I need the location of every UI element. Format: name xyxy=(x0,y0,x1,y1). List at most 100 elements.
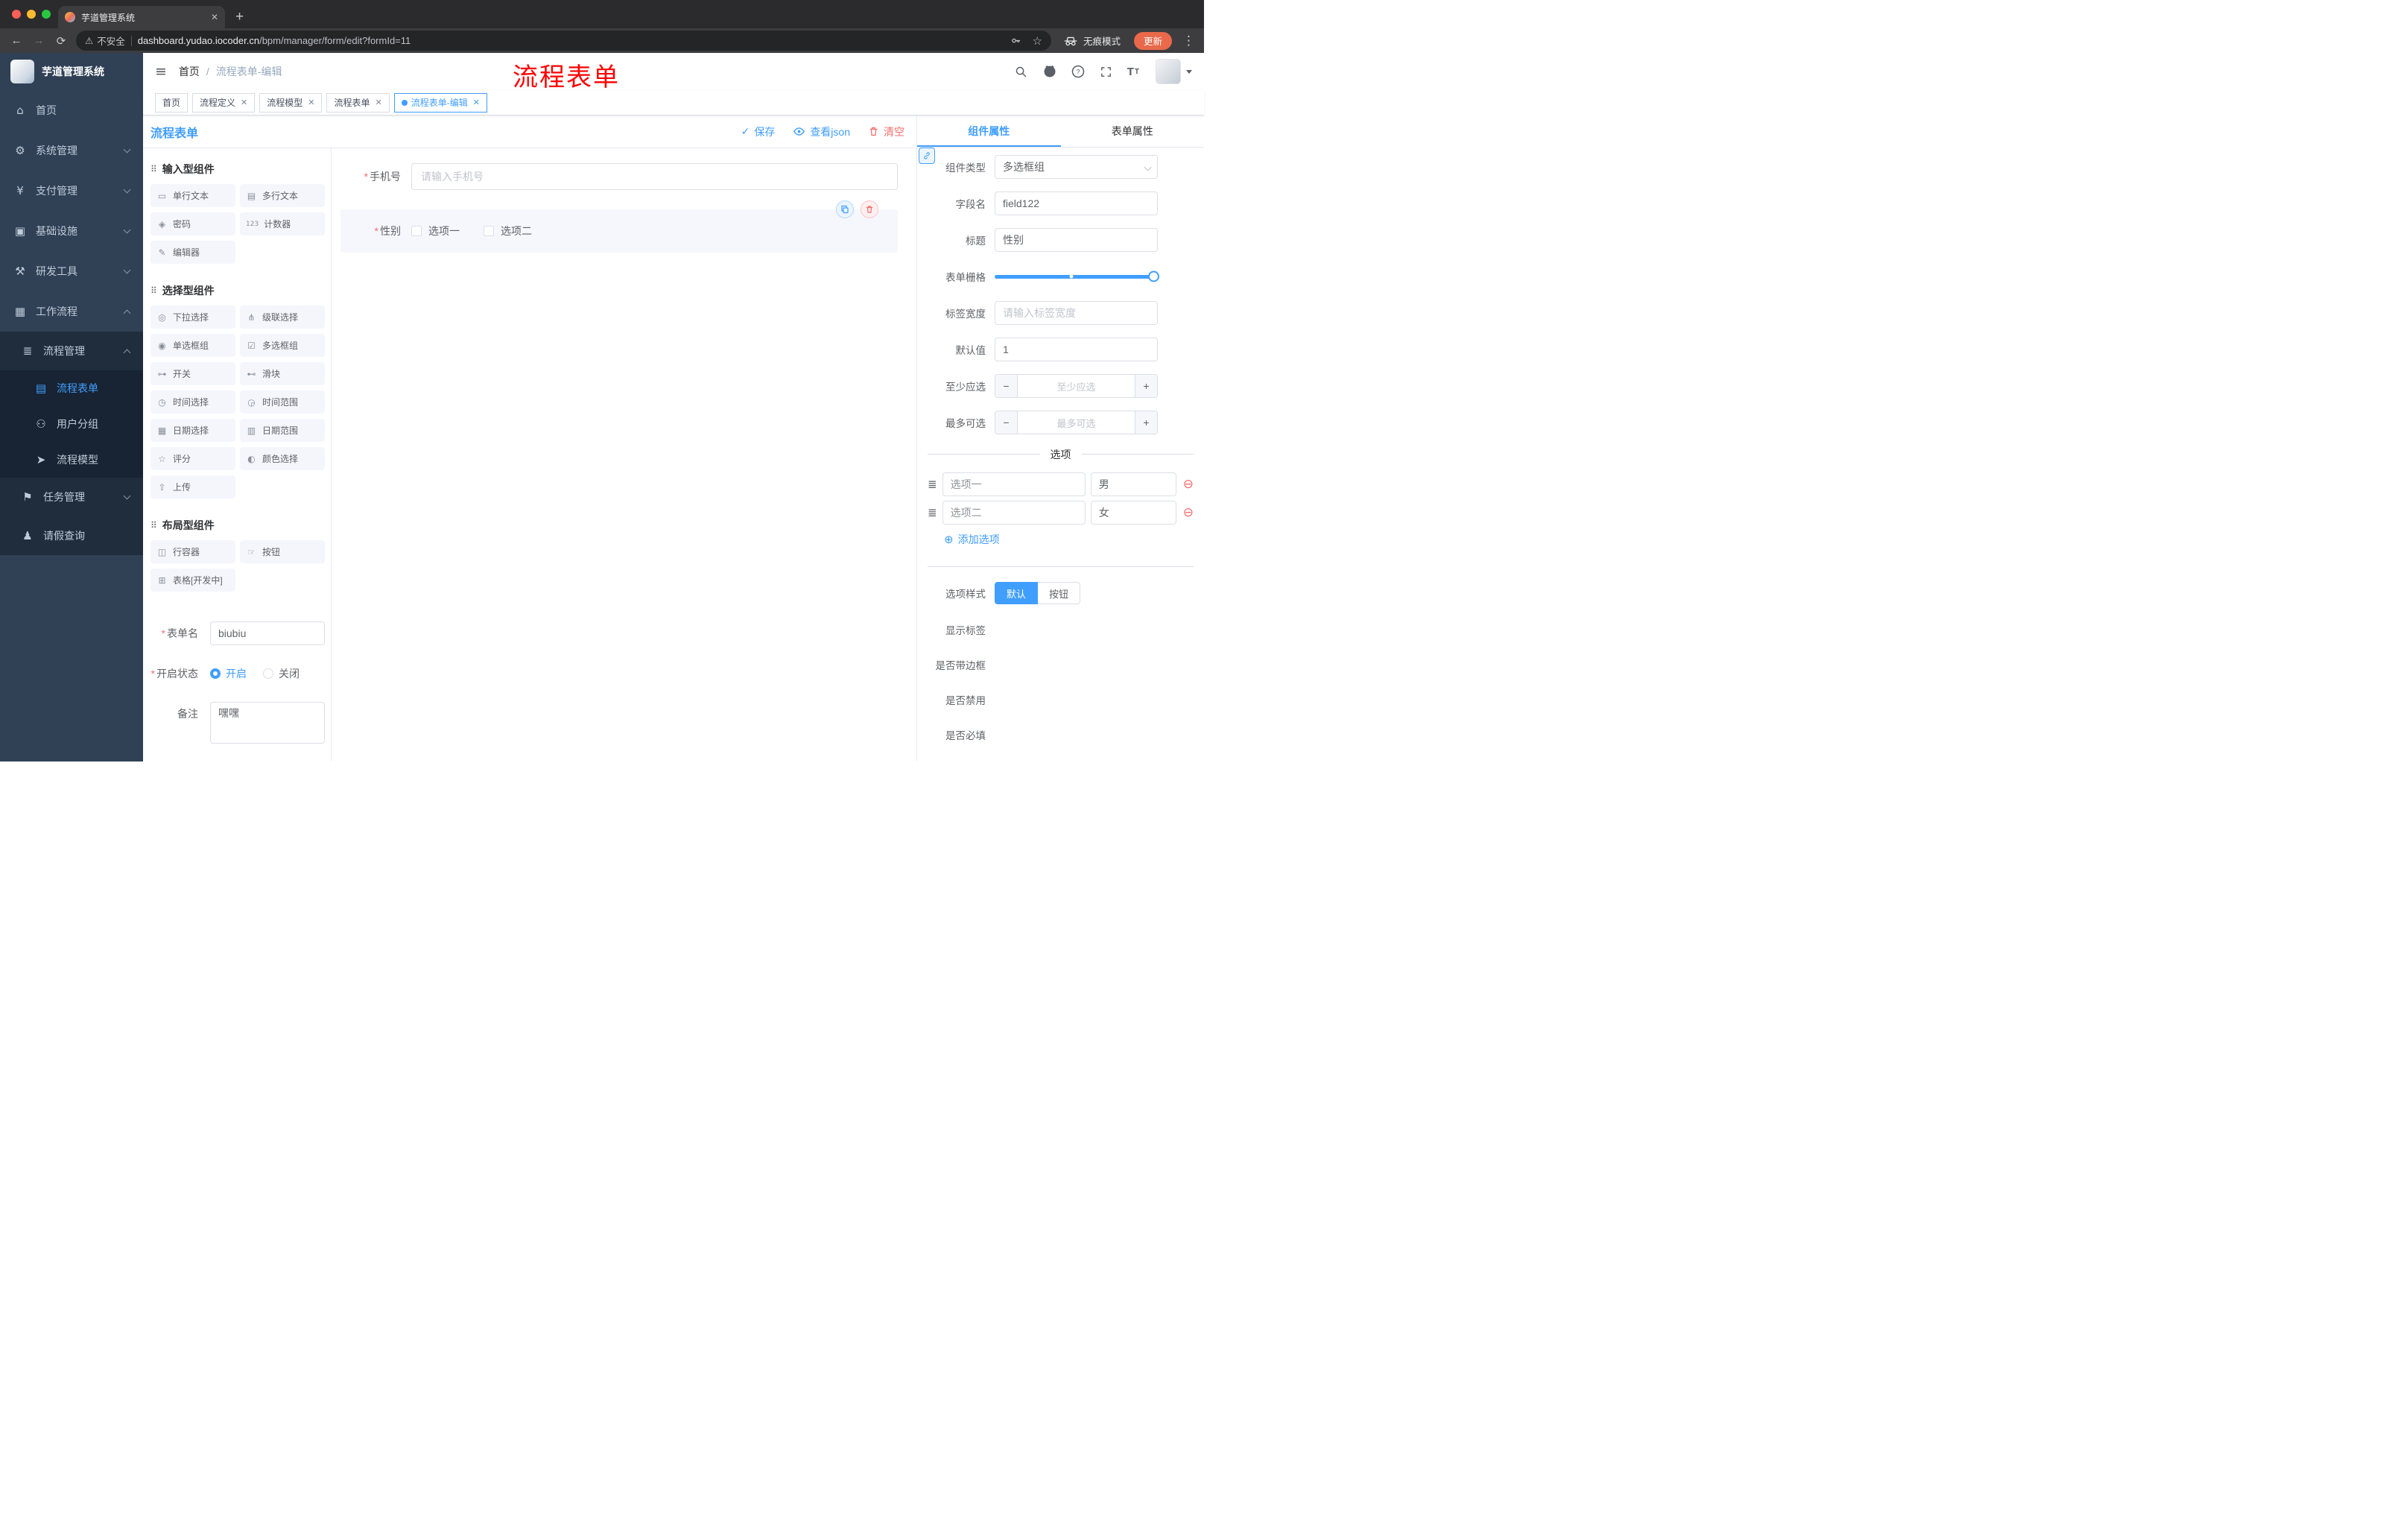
palette-item-slider[interactable]: ⊷ 滑块 xyxy=(240,362,325,385)
tab-form-props[interactable]: 表单属性 xyxy=(1061,115,1205,147)
palette-item-row-container[interactable]: ◫ 行容器 xyxy=(150,540,235,563)
help-icon[interactable]: ? xyxy=(1071,64,1086,79)
tab-close-icon[interactable]: ✕ xyxy=(211,12,218,22)
font-size-icon[interactable]: TT xyxy=(1127,66,1139,77)
palette-item-date-range[interactable]: ▥ 日期范围 xyxy=(240,419,325,442)
tag-process-model[interactable]: 流程模型 ✕ xyxy=(259,92,323,113)
sidebar-item-process-model[interactable]: ➤ 流程模型 xyxy=(0,442,143,478)
palette-item-color-picker[interactable]: ◐ 颜色选择 xyxy=(240,447,325,470)
grid-slider[interactable] xyxy=(995,265,1159,288)
sidebar-item-payment[interactable]: ¥ 支付管理 xyxy=(0,171,143,211)
palette-item-time-picker[interactable]: ◷ 时间选择 xyxy=(150,390,235,414)
palette-item-textarea[interactable]: ▤ 多行文本 xyxy=(240,184,325,207)
min-select-value[interactable]: 至少应选 xyxy=(1018,375,1135,397)
reload-button[interactable]: ⟳ xyxy=(54,34,69,48)
increase-button[interactable]: + xyxy=(1135,411,1157,434)
form-name-input[interactable] xyxy=(210,621,325,645)
slider-handle[interactable] xyxy=(1148,270,1159,282)
palette-item-select[interactable]: ◎ 下拉选择 xyxy=(150,305,235,329)
window-close-button[interactable] xyxy=(12,10,21,19)
user-menu[interactable] xyxy=(1156,59,1192,84)
option-label-input[interactable] xyxy=(942,472,1086,496)
window-zoom-button[interactable] xyxy=(42,10,51,19)
browser-tab[interactable]: 芋道管理系统 ✕ xyxy=(58,6,225,28)
style-default-button[interactable]: 默认 xyxy=(995,582,1039,604)
clear-button[interactable]: 清空 xyxy=(868,124,904,139)
tune-icon[interactable]: ≣ xyxy=(928,506,937,519)
tune-icon[interactable]: ≣ xyxy=(928,478,937,491)
palette-item-button[interactable]: ☞ 按钮 xyxy=(240,540,325,563)
sidebar-item-process-mgmt[interactable]: ≣ 流程管理 xyxy=(0,332,143,370)
search-icon[interactable] xyxy=(1014,64,1029,79)
option-value-input[interactable] xyxy=(1090,472,1176,496)
omnibox[interactable]: ⚠ 不安全 dashboard.yudao.iocoder.cn/bpm/man… xyxy=(76,31,1051,51)
link-button[interactable] xyxy=(919,148,935,164)
save-button[interactable]: ✓ 保存 xyxy=(741,124,776,139)
option-label-input[interactable] xyxy=(942,501,1086,525)
palette-item-editor[interactable]: ✎ 编辑器 xyxy=(150,241,235,264)
palette-item-upload[interactable]: ⇧ 上传 xyxy=(150,475,235,498)
fullscreen-icon[interactable] xyxy=(1099,64,1114,79)
sidebar-logo[interactable]: 芋道管理系统 xyxy=(0,53,143,90)
tag-close-icon[interactable]: ✕ xyxy=(376,98,382,107)
palette-item-cascader[interactable]: ⋔ 级联选择 xyxy=(240,305,325,329)
increase-button[interactable]: + xyxy=(1135,375,1157,397)
decrease-button[interactable]: − xyxy=(995,375,1018,397)
component-type-select[interactable] xyxy=(995,155,1158,179)
palette-item-rate[interactable]: ☆ 评分 xyxy=(150,447,235,470)
max-select-value[interactable]: 最多可选 xyxy=(1018,411,1135,434)
tab-component-props[interactable]: 组件属性 xyxy=(917,115,1061,147)
new-tab-button[interactable]: + xyxy=(235,10,244,24)
palette-item-switch[interactable]: ⊶ 开关 xyxy=(150,362,235,385)
sidebar-item-user-group[interactable]: ⚇ 用户分组 xyxy=(0,406,143,442)
label-width-input[interactable] xyxy=(995,301,1158,325)
key-icon[interactable] xyxy=(1009,34,1024,48)
slider-track[interactable] xyxy=(995,274,1158,279)
sidebar-item-home[interactable]: ⌂ 首页 xyxy=(0,90,143,130)
field-name-input[interactable] xyxy=(995,191,1158,215)
palette-item-password[interactable]: ◈ 密码 xyxy=(150,212,235,235)
tag-process-form[interactable]: 流程表单 ✕ xyxy=(326,92,390,113)
sidebar-item-leave-query[interactable]: ♟ 请假查询 xyxy=(0,516,143,555)
tag-process-definition[interactable]: 流程定义 ✕ xyxy=(192,92,256,113)
tag-home[interactable]: 首页 xyxy=(155,92,188,113)
form-remark-textarea[interactable]: 嘿嘿 xyxy=(210,702,325,744)
status-radio-on[interactable]: 开启 xyxy=(210,666,247,681)
remove-option-icon[interactable]: ⊖ xyxy=(1183,506,1194,519)
tag-close-icon[interactable]: ✕ xyxy=(473,98,480,107)
sidebar-item-infra[interactable]: ▣ 基础设施 xyxy=(0,211,143,251)
palette-item-time-range[interactable]: ◶ 时间范围 xyxy=(240,390,325,414)
avatar[interactable] xyxy=(1156,59,1181,84)
sidebar-item-process-form[interactable]: ▤ 流程表单 xyxy=(0,370,143,406)
security-chip[interactable]: ⚠ 不安全 xyxy=(85,34,125,48)
checkbox-option-1[interactable]: 选项一 xyxy=(411,224,460,238)
default-value-input[interactable] xyxy=(995,338,1158,361)
canvas-field-phone[interactable]: * 手机号 xyxy=(340,163,898,190)
copy-field-button[interactable] xyxy=(836,200,854,218)
phone-input[interactable] xyxy=(411,163,898,190)
sidebar-item-workflow[interactable]: ▦ 工作流程 xyxy=(0,291,143,332)
delete-field-button[interactable] xyxy=(861,200,878,218)
style-button-button[interactable]: 按钮 xyxy=(1038,582,1081,604)
chrome-update-button[interactable]: 更新 xyxy=(1133,31,1172,50)
forward-button[interactable]: → xyxy=(31,34,46,47)
back-button[interactable]: ← xyxy=(9,34,24,47)
canvas-field-gender-selected[interactable]: * 性别 选项一 选项二 xyxy=(340,200,898,253)
add-option-button[interactable]: ⊕ 添加选项 xyxy=(944,532,1204,547)
tag-close-icon[interactable]: ✕ xyxy=(308,98,314,107)
palette-item-radio-group[interactable]: ◉ 单选框组 xyxy=(150,334,235,357)
palette-item-checkbox-group[interactable]: ☑ 多选框组 xyxy=(240,334,325,357)
option-value-input[interactable] xyxy=(1090,501,1176,525)
remove-option-icon[interactable]: ⊖ xyxy=(1183,478,1194,491)
hamburger-icon[interactable]: ≡ xyxy=(155,64,167,79)
checkbox-option-2[interactable]: 选项二 xyxy=(484,224,532,238)
palette-item-date-picker[interactable]: ▦ 日期选择 xyxy=(150,419,235,442)
chrome-menu-button[interactable]: ⋮ xyxy=(1182,34,1195,48)
sidebar-item-task-mgmt[interactable]: ⚑ 任务管理 xyxy=(0,478,143,516)
palette-item-single-text[interactable]: ▭ 单行文本 xyxy=(150,184,235,207)
palette-item-counter[interactable]: 123 计数器 xyxy=(240,212,325,235)
status-radio-off[interactable]: 关闭 xyxy=(263,666,300,681)
palette-item-table[interactable]: ⊞ 表格[开发中] xyxy=(150,569,235,592)
decrease-button[interactable]: − xyxy=(995,411,1018,434)
bookmark-star-icon[interactable]: ☆ xyxy=(1033,34,1042,48)
